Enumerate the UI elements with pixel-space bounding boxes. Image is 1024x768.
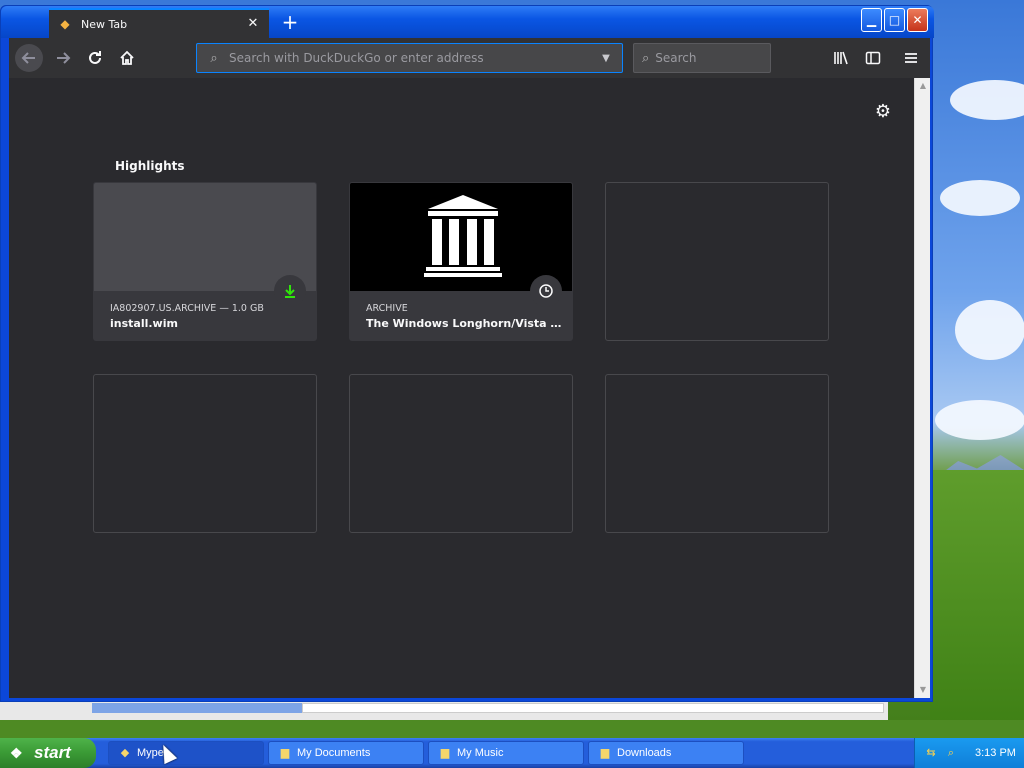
background-window-bar bbox=[92, 703, 302, 713]
firefox-icon: ◆ bbox=[60, 17, 70, 31]
taskbar-item-my-documents[interactable]: ▆ My Documents bbox=[268, 741, 424, 765]
window-close-button[interactable]: ✕ bbox=[907, 8, 928, 32]
address-input[interactable] bbox=[229, 51, 598, 65]
highlight-card-archive[interactable]: ARCHIVE The Windows Longhorn/Vista A... bbox=[349, 182, 573, 341]
empty-highlight-slot bbox=[93, 374, 317, 533]
card-title: install.wim bbox=[110, 317, 178, 330]
reload-icon bbox=[89, 51, 101, 64]
archive-temple-icon bbox=[424, 195, 502, 277]
page-scrollbar[interactable]: ▲ ▼ bbox=[914, 78, 930, 698]
search-input[interactable] bbox=[655, 51, 806, 65]
back-icon bbox=[21, 52, 35, 64]
menu-icon bbox=[905, 53, 917, 63]
search-icon: ⌕ bbox=[210, 50, 218, 66]
start-label: start bbox=[34, 743, 71, 762]
sidebar-button[interactable] bbox=[859, 44, 887, 72]
library-button[interactable] bbox=[827, 44, 855, 72]
forward-button[interactable] bbox=[49, 44, 77, 72]
desktop-grass bbox=[0, 720, 1024, 740]
card-thumbnail bbox=[350, 183, 572, 291]
background-window-field bbox=[302, 703, 884, 713]
taskbar-item-label: My Documents bbox=[297, 747, 371, 759]
back-button[interactable] bbox=[15, 44, 43, 72]
card-thumbnail bbox=[94, 183, 316, 291]
empty-highlight-slot bbox=[605, 374, 829, 533]
scroll-up-icon[interactable]: ▲ bbox=[917, 80, 929, 92]
taskbar-item-firefox[interactable]: ◆ Mype bbox=[108, 741, 264, 765]
taskbar-item-my-music[interactable]: ▆ My Music bbox=[428, 741, 584, 765]
highlight-card-install-wim[interactable]: IA802907.US.ARCHIVE — 1.0 GB install.wim bbox=[93, 182, 317, 341]
empty-highlight-slot bbox=[349, 374, 573, 533]
system-tray: ⇆ ⌕ 3:13 PM bbox=[914, 738, 1024, 768]
desktop-cloud bbox=[935, 400, 1024, 440]
maximize-button[interactable]: □ bbox=[884, 8, 905, 32]
card-title: The Windows Longhorn/Vista A... bbox=[366, 317, 562, 330]
reload-button[interactable] bbox=[81, 44, 109, 72]
taskbar-item-downloads[interactable]: ▆ Downloads bbox=[588, 741, 744, 765]
folder-icon: ▆ bbox=[600, 747, 610, 759]
tab-title: New Tab bbox=[81, 17, 128, 31]
desktop-cloud bbox=[940, 180, 1020, 216]
settings-gear-icon[interactable]: ⚙ bbox=[873, 102, 893, 122]
nav-toolbar: ⌕ ▼ ⌕ bbox=[9, 38, 930, 78]
new-tab-page: ⚙ Highlights IA802907.US.ARCHIVE — 1.0 G… bbox=[9, 78, 914, 698]
scroll-down-icon[interactable]: ▼ bbox=[917, 684, 929, 696]
library-icon bbox=[834, 51, 848, 65]
tab-new-tab[interactable]: ◆ New Tab ✕ bbox=[49, 8, 269, 38]
taskbar: ❖ start ◆ Mype ▆ My Documents ▆ My Music… bbox=[0, 738, 1024, 768]
taskbar-item-label: Downloads bbox=[617, 747, 672, 759]
folder-icon: ▆ bbox=[440, 747, 450, 759]
chevron-down-icon[interactable]: ▼ bbox=[598, 53, 614, 64]
home-button[interactable] bbox=[113, 44, 141, 72]
taskbar-item-label: My Music bbox=[457, 747, 504, 759]
search-bar[interactable]: ⌕ bbox=[633, 43, 806, 73]
browser-window: ◆ New Tab ✕ + ▁ □ ✕ ⌕ ▼ ⌕ bbox=[0, 5, 934, 702]
search-icon[interactable]: ⌕ bbox=[943, 745, 959, 761]
new-tab-button[interactable]: + bbox=[279, 12, 301, 34]
download-icon bbox=[274, 275, 306, 307]
address-bar[interactable]: ⌕ ▼ bbox=[196, 43, 623, 73]
highlights-heading: Highlights bbox=[115, 159, 185, 173]
card-meta: IA802907.US.ARCHIVE — 1.0 GB bbox=[110, 303, 264, 314]
card-meta: ARCHIVE bbox=[366, 303, 408, 314]
minimize-button[interactable]: ▁ bbox=[861, 8, 882, 32]
desktop-hill bbox=[930, 470, 1024, 740]
search-icon: ⌕ bbox=[642, 50, 650, 66]
firefox-icon: ◆ bbox=[120, 747, 130, 759]
close-tab-icon[interactable]: ✕ bbox=[245, 16, 261, 32]
folder-icon: ▆ bbox=[280, 747, 290, 759]
menu-button[interactable] bbox=[897, 44, 925, 72]
windows-logo-icon: ❖ bbox=[10, 745, 23, 761]
history-icon bbox=[530, 275, 562, 307]
desktop-cloud bbox=[950, 80, 1024, 120]
network-icon[interactable]: ⇆ bbox=[923, 745, 939, 761]
title-bar: ◆ New Tab ✕ + ▁ □ ✕ bbox=[1, 6, 934, 38]
clock: 3:13 PM bbox=[975, 747, 1016, 759]
desktop-cloud bbox=[955, 300, 1024, 360]
empty-highlight-slot bbox=[605, 182, 829, 341]
start-button[interactable]: ❖ start bbox=[0, 738, 96, 768]
background-window bbox=[0, 700, 888, 720]
home-icon bbox=[120, 50, 134, 65]
sidebar-icon bbox=[865, 51, 881, 65]
forward-icon bbox=[57, 52, 71, 64]
